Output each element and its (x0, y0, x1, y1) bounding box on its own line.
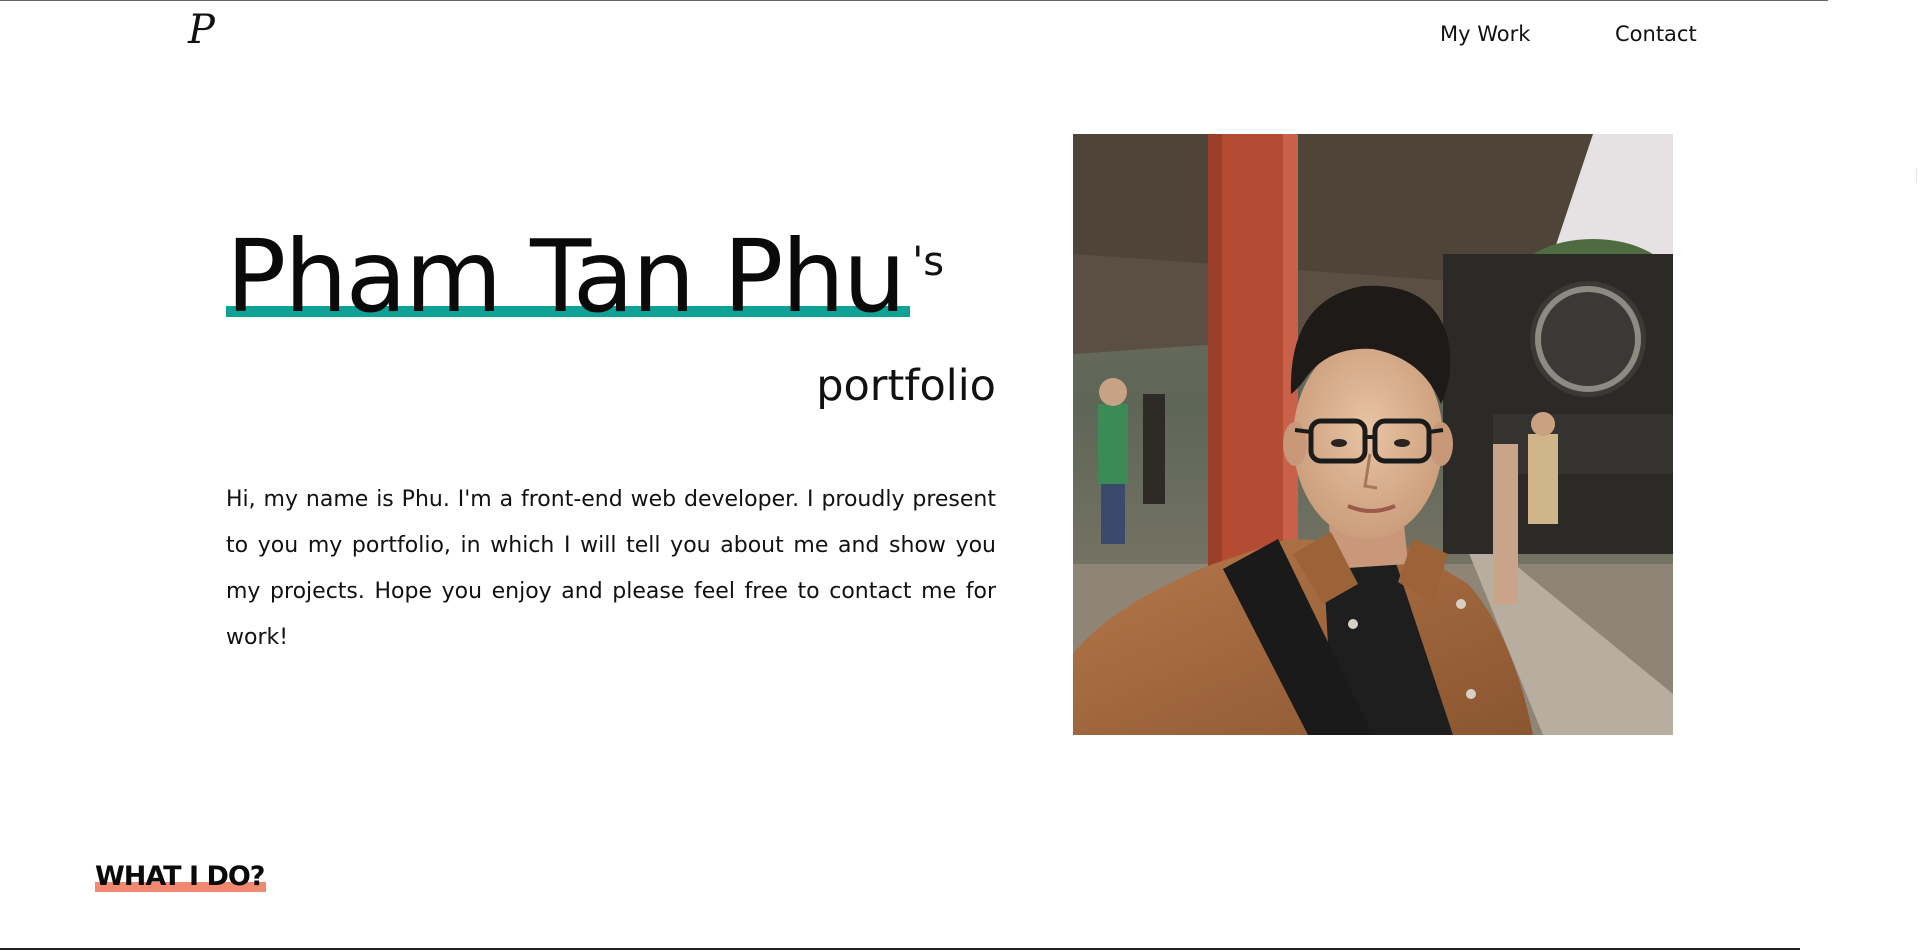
hero-intro: Hi, my name is Phu. I'm a front-end web … (226, 487, 996, 650)
hero-name: Pham Tan Phu (226, 222, 911, 332)
section-heading-text: WHAT I DO? (95, 858, 267, 896)
section-heading-label: WHAT I DO? (95, 861, 265, 892)
scrollbar-marker (1916, 168, 1917, 182)
bottom-border (0, 948, 1800, 950)
section-heading: WHAT I DO? (95, 858, 267, 896)
hero-subtitle: portfolio (816, 361, 996, 411)
nav-link-contact[interactable]: Contact (1615, 18, 1697, 50)
main-nav: My Work Contact (1440, 18, 1697, 50)
nav-link-my-work[interactable]: My Work (1440, 18, 1615, 50)
hero-name-text: Pham Tan Phu (226, 218, 906, 335)
hero-possessive: 's (912, 239, 945, 285)
logo[interactable]: P (188, 6, 215, 54)
portrait-photo-icon (1073, 134, 1673, 735)
hero-title: Pham Tan Phu's (226, 222, 944, 332)
profile-photo (1073, 134, 1673, 735)
top-border (0, 0, 1828, 1)
